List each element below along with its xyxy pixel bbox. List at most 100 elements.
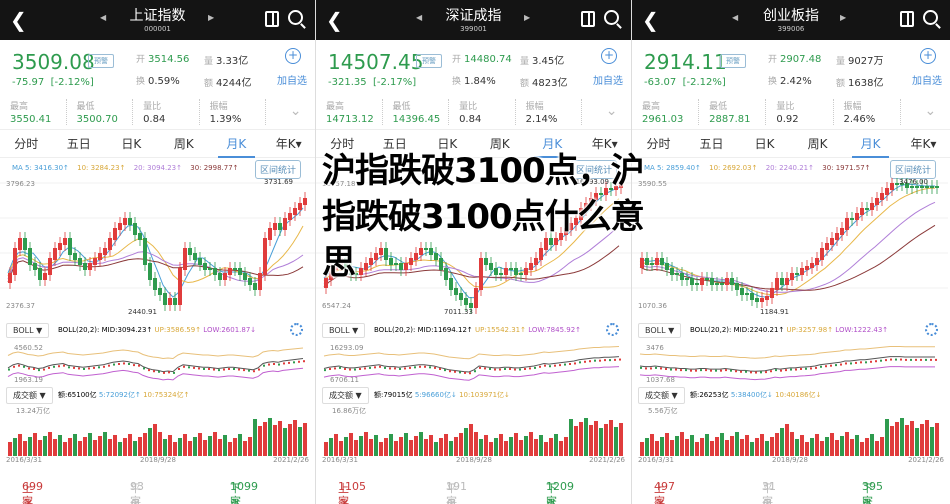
add-watchlist-icon[interactable]: + [601,48,617,64]
tab-period[interactable]: 年K▾ [897,130,950,158]
tab-period[interactable]: 日K [105,130,158,158]
boll-candle [324,369,326,372]
kline-chart[interactable]: 3796.23 2376.37 3731.69 2440.91 [0,178,315,318]
boll-candle [805,367,807,370]
alert-button[interactable]: 预警 [416,54,442,68]
tab-period[interactable]: 月K [210,130,263,158]
volume-bar [133,441,137,456]
alert-button[interactable]: 预警 [88,54,114,68]
boll-candle [640,366,642,369]
boll-selector[interactable]: BOLL ▼ [638,323,682,338]
expand-chevron-icon[interactable]: ⌄ [582,99,631,125]
current-price: 3509.08 [12,50,95,74]
tab-period[interactable]: 周K [791,130,844,158]
boll-candle [840,363,842,366]
volume-selector[interactable]: 成交额 ▼ [6,387,53,404]
interval-stats-button[interactable]: 区间统计 [889,160,936,179]
candle-body [775,278,779,290]
boll-candle [599,359,601,362]
volume-bar [765,441,769,456]
alert-button[interactable]: 预警 [720,54,746,68]
boll-candle [700,369,702,372]
boll-candle [519,368,521,371]
stat-amplitude: 振幅 2.14% [516,99,583,125]
candle-body [655,258,659,265]
boll-candle [619,358,621,361]
candle-body [670,268,674,275]
boll-candle [253,370,255,373]
volume-bar [414,436,418,456]
boll-candle [168,371,170,374]
boll-selector[interactable]: BOLL ▼ [6,323,50,338]
boll-chart[interactable]: 4560.52 1963.19 [0,342,315,386]
boll-chart[interactable]: 16293.09 6706.11 [316,342,631,386]
split-view-icon[interactable] [900,11,914,27]
boll-selector[interactable]: BOLL ▼ [322,323,366,338]
settings-gear-icon[interactable] [925,323,938,336]
boll-candle [539,365,541,368]
volume-bar [745,435,749,456]
tab-period[interactable]: 周K [158,130,211,158]
volume-selector[interactable]: 成交额 ▼ [322,387,369,404]
tab-period[interactable]: 年K▾ [263,130,316,158]
volume-bar [374,435,378,456]
boll-chart[interactable]: 3476 1037.68 [632,342,950,386]
candle-body [675,273,679,275]
boll-candle [905,358,907,361]
candle-body [695,283,699,285]
header-bar: ❮ ◀ 上证指数 000001 ▶ [0,0,315,40]
add-watchlist-icon[interactable]: + [920,48,936,64]
volume-bar [424,439,428,456]
volume-bar [915,428,919,456]
candle-body [780,278,784,285]
volume-bar [770,437,774,456]
tab-period[interactable]: 日K [738,130,791,158]
add-watchlist-icon[interactable]: + [285,48,301,64]
settings-gear-icon[interactable] [606,323,619,336]
boll-candle [745,370,747,373]
interval-stats-button[interactable]: 区间统计 [254,160,301,179]
next-index-icon[interactable]: ▶ [524,13,530,22]
volume-bar [479,439,483,456]
boll-candle [268,363,270,366]
volume-bar [544,442,548,456]
candle-body [153,278,157,290]
volume-max-label: 13.24万亿 [16,407,51,415]
add-watchlist-button[interactable]: 加自选 [593,72,623,87]
split-view-icon[interactable] [581,11,595,27]
expand-chevron-icon[interactable]: ⌄ [266,99,315,125]
boll-candle [494,368,496,371]
boll-max-label: 4560.52 [14,344,43,352]
tab-period[interactable]: 五日 [53,130,106,158]
candle-body [8,273,12,283]
candle-body [278,223,282,230]
search-icon[interactable] [604,10,619,25]
candle-body [464,298,468,305]
volume-bar [685,439,689,456]
expand-chevron-icon[interactable]: ⌄ [901,99,950,125]
add-watchlist-button[interactable]: 加自选 [277,72,307,87]
next-index-icon[interactable]: ▶ [208,13,214,22]
volume-chart[interactable]: 5.56万亿 [632,404,950,456]
volume-bar [268,418,272,456]
date-end: 2021/2/26 [908,456,944,464]
volume-bar [514,433,518,456]
volume-bar [775,433,779,456]
volume-chart[interactable]: 13.24万亿 [0,404,315,456]
search-icon[interactable] [288,10,303,25]
tab-period[interactable]: 五日 [685,130,738,158]
boll-candle [860,361,862,364]
volume-selector[interactable]: 成交额 ▼ [638,387,685,404]
next-index-icon[interactable]: ▶ [840,13,846,22]
split-view-icon[interactable] [265,11,279,27]
tab-period[interactable]: 分时 [0,130,53,158]
tab-period[interactable]: 月K [844,130,897,158]
volume-bar [880,437,884,456]
settings-gear-icon[interactable] [290,323,303,336]
add-watchlist-button[interactable]: 加自选 [912,72,942,87]
kline-chart[interactable]: 3590.55 1070.36 3476.00 1184.91 [632,178,950,318]
candle-body [760,298,764,302]
volume-chart[interactable]: 16.86万亿 [316,404,631,456]
search-icon[interactable] [923,10,938,25]
volume-bar [680,432,684,456]
